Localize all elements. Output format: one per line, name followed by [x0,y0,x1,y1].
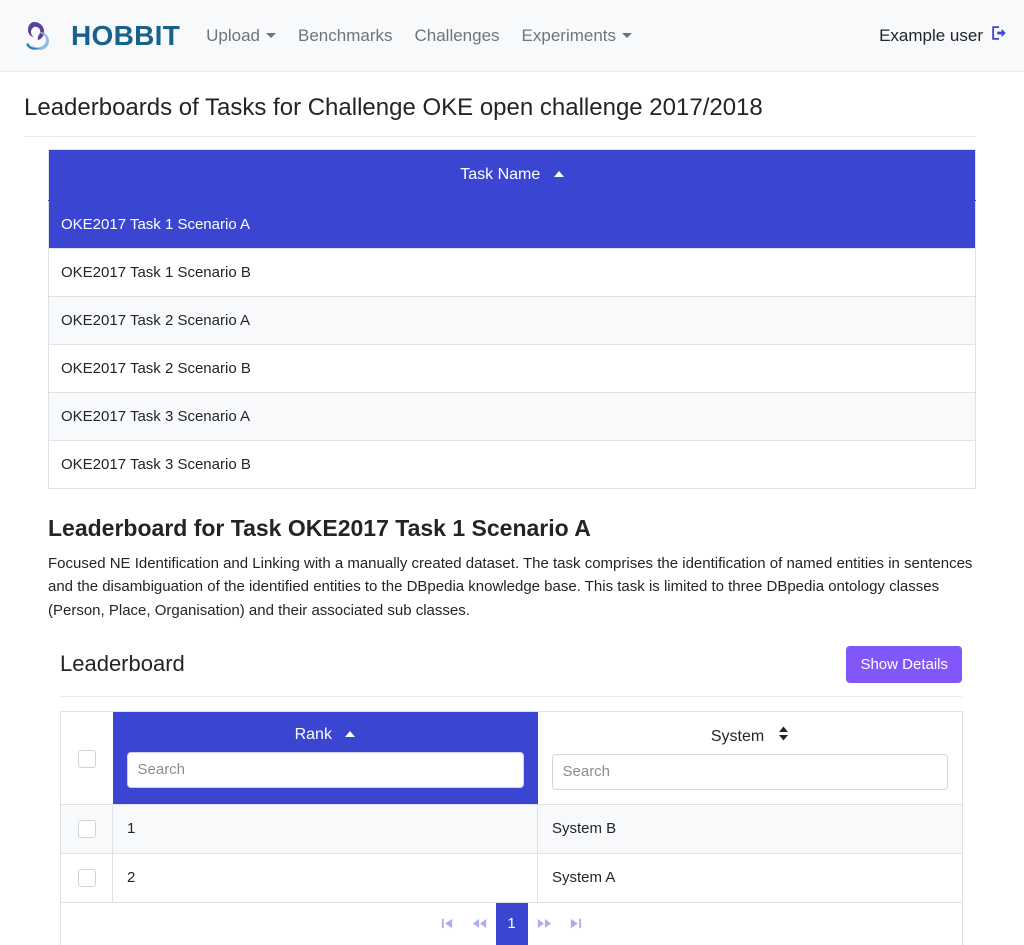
leaderboard-table-foot: 1 [60,901,963,945]
system-column-header[interactable]: System [537,711,963,805]
row-select-checkbox[interactable] [77,868,96,887]
system-cell: System B [537,803,963,854]
sort-both-icon [778,726,789,741]
pagination-prev-button[interactable] [464,903,496,945]
task-row-name: OKE2017 Task 3 Scenario B [48,440,976,489]
task-row-name: OKE2017 Task 2 Scenario A [48,296,976,345]
table-row[interactable]: OKE2017 Task 3 Scenario B [48,440,976,489]
table-row[interactable]: OKE2017 Task 2 Scenario A [48,296,976,345]
user-menu-link[interactable]: Example user [879,24,1008,47]
pagination-last-button[interactable] [560,903,592,945]
chevron-down-icon [266,33,276,38]
pagination-cell: 1 [60,901,963,945]
rank-column-header[interactable]: Rank [112,711,538,805]
navbar-right: Example user [879,24,1008,47]
leaderboard-task-title: Leaderboard for Task OKE2017 Task 1 Scen… [48,515,591,541]
row-select-checkbox[interactable] [77,819,96,838]
rank-cell: 2 [112,852,538,903]
leaderboard-card-title: Leaderboard [60,651,185,677]
nav-link-label-challenges: Challenges [414,25,500,45]
sign-out-icon[interactable] [990,24,1008,47]
task-row-name: OKE2017 Task 1 Scenario B [48,248,976,297]
task-table-head: Task Name [48,149,976,201]
leaderboard-table-head: Rank System [60,711,963,805]
table-row[interactable]: OKE2017 Task 1 Scenario A [48,200,976,249]
task-name-header-label: Task Name [460,166,541,183]
system-header-label-wrap: System [538,712,963,754]
rank-search-input[interactable] [126,751,524,788]
task-list-table: Task Name OKE2017 Task 1 Scenario A OKE2… [48,149,976,489]
nav-links: Upload Benchmarks Challenges Experiments [206,25,633,46]
brand-logo-link[interactable]: HOBBIT [22,16,180,56]
nav-item-challenges[interactable]: Challenges [414,26,499,46]
system-header-label: System [710,727,765,745]
task-name-column-header[interactable]: Task Name [48,149,976,201]
top-navbar: HOBBIT Upload Benchmarks Challenges Expe… [0,0,1024,72]
pagination-row: 1 [60,901,963,945]
task-table-body: OKE2017 Task 1 Scenario A OKE2017 Task 1… [48,200,976,489]
system-search-input[interactable] [551,753,948,790]
nav-item-upload[interactable]: Upload [206,26,276,46]
show-details-button[interactable]: Show Details [846,645,962,683]
task-row-name: OKE2017 Task 3 Scenario A [48,392,976,441]
table-row[interactable]: OKE2017 Task 1 Scenario B [48,248,976,297]
pagination: 1 [61,902,962,945]
hobbit-creature-logo-icon [22,16,62,56]
row-select-cell [60,803,113,854]
sort-ascending-icon [553,171,564,177]
nav-item-benchmarks[interactable]: Benchmarks [298,26,392,46]
select-all-checkbox[interactable] [77,749,96,768]
task-table-header-row: Task Name [48,149,976,201]
rank-cell: 1 [112,803,538,854]
system-cell: System A [537,852,963,903]
nav-link-label-upload: Upload [206,25,260,45]
leaderboard-header-row: Rank System [60,711,963,805]
nav-link-label-experiments: Experiments [521,25,617,45]
pagination-current-page[interactable]: 1 [495,902,528,945]
table-row[interactable]: 2 System A [60,852,963,903]
nav-link-label-benchmarks: Benchmarks [298,25,393,45]
task-row-name: OKE2017 Task 2 Scenario B [48,344,976,393]
leaderboard-table: Rank System [60,710,963,945]
rank-search-wrapper [113,751,538,802]
nav-item-experiments[interactable]: Experiments [521,25,633,46]
user-name-label: Example user [879,25,983,45]
rank-header-label: Rank [294,725,332,743]
page-title: Leaderboards of Tasks for Challenge OKE … [24,94,976,137]
table-row[interactable]: OKE2017 Task 2 Scenario B [48,344,976,393]
row-select-cell [60,852,113,903]
select-all-column-header [60,711,113,805]
table-row[interactable]: OKE2017 Task 3 Scenario A [48,392,976,441]
rank-header-label-wrap: Rank [113,712,538,752]
sort-ascending-icon [345,730,356,737]
brand-name: HOBBIT [71,19,181,51]
table-row[interactable]: 1 System B [60,803,963,854]
leaderboard-card-header: Leaderboard Show Details [60,645,962,697]
chevron-down-icon [622,33,633,38]
pagination-next-button[interactable] [528,903,560,945]
pagination-first-button[interactable] [432,903,464,945]
task-row-name: OKE2017 Task 1 Scenario A [48,200,976,249]
leaderboard-table-body: 1 System B 2 System A [60,803,963,903]
leaderboard-task-description: Focused NE Identification and Linking wi… [48,555,973,619]
system-search-wrapper [538,753,963,804]
